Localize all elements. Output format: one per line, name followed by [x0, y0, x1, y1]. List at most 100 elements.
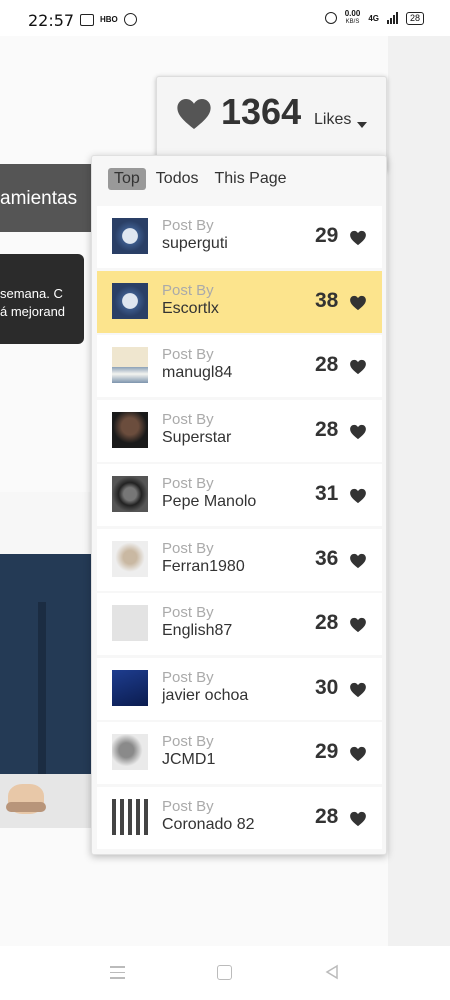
status-bar: 22:57 HBO 0.00 KB/S 4G 28	[0, 0, 450, 36]
heart-icon[interactable]	[348, 616, 368, 634]
post-author[interactable]: Superstar	[162, 428, 231, 447]
heart-icon	[177, 98, 211, 130]
heart-icon[interactable]	[348, 552, 368, 570]
status-time: 22:57	[28, 11, 75, 30]
post-meta: Post By manugl84	[162, 346, 232, 382]
navigation-bar	[0, 946, 450, 1000]
post-author[interactable]: Coronado 82	[162, 815, 255, 834]
heart-icon[interactable]	[348, 294, 368, 312]
post-meta: Post By English87	[162, 604, 232, 640]
heart-icon[interactable]	[348, 745, 368, 763]
watch-dark-avatar[interactable]	[112, 476, 148, 512]
post-like-count: 38	[315, 288, 339, 312]
post-row[interactable]: Post By Escortlx 38	[97, 270, 382, 333]
post-author[interactable]: Pepe Manolo	[162, 492, 256, 511]
post-like-count: 29	[315, 740, 339, 763]
post-row[interactable]: Post By Pepe Manolo 31	[97, 464, 382, 526]
portrait-sketch-avatar[interactable]	[112, 540, 148, 577]
watch-avatar[interactable]	[112, 282, 148, 319]
hbo-icon: HBO	[100, 15, 118, 24]
post-like-count: 28	[315, 804, 339, 828]
back-icon[interactable]	[324, 964, 340, 980]
notice-line-1: semana. C	[0, 286, 63, 301]
heart-icon[interactable]	[348, 229, 368, 247]
likes-leaderboard-panel: Top Todos This Page Post By superguti 29 Po…	[91, 155, 387, 855]
heart-icon[interactable]	[348, 423, 368, 441]
watch-avatar[interactable]	[112, 218, 148, 254]
caret-down-icon	[357, 122, 367, 128]
post-meta: Post By Ferran1980	[162, 540, 245, 576]
post-meta: Post By JCMD1	[162, 733, 215, 769]
post-meta: Post By javier ochoa	[162, 669, 248, 705]
post-author[interactable]: English87	[162, 621, 232, 640]
post-like-count: 28	[315, 611, 339, 634]
heart-icon[interactable]	[348, 358, 368, 376]
man-portrait-avatar[interactable]	[112, 734, 148, 770]
man-sunglasses-avatar[interactable]	[112, 411, 148, 448]
post-by-label: Post By	[162, 410, 214, 428]
filter-tabs: Top Todos This Page	[108, 168, 293, 190]
post-author[interactable]: javier ochoa	[162, 686, 248, 705]
post-by-label: Post By	[162, 281, 214, 299]
notification-icons: HBO	[80, 13, 137, 26]
network-type: 4G	[368, 13, 379, 23]
tab-top[interactable]: Top	[108, 168, 146, 190]
post-by-label: Post By	[162, 733, 214, 750]
battery-icon: 28	[405, 11, 424, 25]
watches-grid-avatar[interactable]	[112, 798, 148, 835]
home-icon[interactable]	[217, 965, 232, 980]
post-like-count: 36	[315, 546, 339, 570]
post-by-label: Post By	[162, 539, 214, 557]
post-by-label: Post By	[162, 797, 214, 815]
heart-icon[interactable]	[348, 487, 368, 505]
network-speed: 0.00 KB/S	[344, 9, 361, 26]
post-row[interactable]: Post By JCMD1 29	[97, 722, 382, 784]
heart-icon[interactable]	[348, 681, 368, 699]
post-by-label: Post By	[162, 346, 214, 363]
alarm-icon	[324, 12, 337, 24]
post-row[interactable]: Post By Coronado 82 28	[97, 786, 382, 849]
menu-icon[interactable]	[110, 966, 125, 983]
post-row[interactable]: Post By English87 28	[97, 593, 382, 655]
post-by-label: Post By	[162, 217, 214, 234]
post-list: Post By superguti 29 Post By Escortlx 38 Post …	[97, 206, 382, 851]
post-row[interactable]: Post By manugl84 28	[97, 335, 382, 397]
post-meta: Post By Coronado 82	[162, 798, 255, 834]
product-photo[interactable]	[0, 492, 92, 828]
heart-icon[interactable]	[348, 810, 368, 828]
notice-tooltip: semana. C á mejorand	[0, 254, 84, 344]
likes-label: Likes	[314, 111, 352, 128]
notice-line-2: á mejorand	[0, 304, 66, 319]
tab-todos[interactable]: Todos	[150, 168, 205, 190]
post-like-count: 30	[315, 675, 339, 699]
tools-label: amientas	[0, 188, 78, 209]
post-author[interactable]: Ferran1980	[162, 557, 245, 576]
post-by-label: Post By	[162, 604, 214, 621]
whatsapp-icon	[123, 13, 137, 26]
system-icons: 0.00 KB/S 4G 28	[324, 9, 424, 26]
post-by-label: Post By	[162, 475, 214, 492]
gmail-icon	[80, 13, 94, 26]
post-meta: Post By Pepe Manolo	[162, 475, 256, 511]
tab-this-page[interactable]: This Page	[209, 168, 293, 190]
post-row[interactable]: Post By javier ochoa 30	[97, 657, 382, 720]
post-meta: Post By Superstar	[162, 411, 231, 447]
signal-icon	[386, 12, 398, 24]
post-like-count: 28	[315, 353, 339, 376]
tools-button[interactable]: amientas	[0, 164, 96, 232]
likes-count: 1364	[221, 91, 302, 132]
default-user-avatar[interactable]	[112, 605, 148, 641]
post-author[interactable]: Escortlx	[162, 299, 219, 318]
post-author[interactable]: JCMD1	[162, 750, 215, 769]
post-author[interactable]: manugl84	[162, 363, 232, 382]
post-meta: Post By superguti	[162, 217, 228, 253]
wave-painting-avatar[interactable]	[112, 347, 148, 383]
post-author[interactable]: superguti	[162, 234, 228, 253]
post-row[interactable]: Post By Superstar 28	[97, 399, 382, 462]
post-row[interactable]: Post By Ferran1980 36	[97, 528, 382, 591]
post-row[interactable]: Post By superguti 29	[97, 206, 382, 268]
blue-photo-avatar[interactable]	[112, 669, 148, 706]
post-by-label: Post By	[162, 668, 214, 686]
post-meta: Post By Escortlx	[162, 282, 219, 318]
post-like-count: 31	[315, 482, 339, 505]
